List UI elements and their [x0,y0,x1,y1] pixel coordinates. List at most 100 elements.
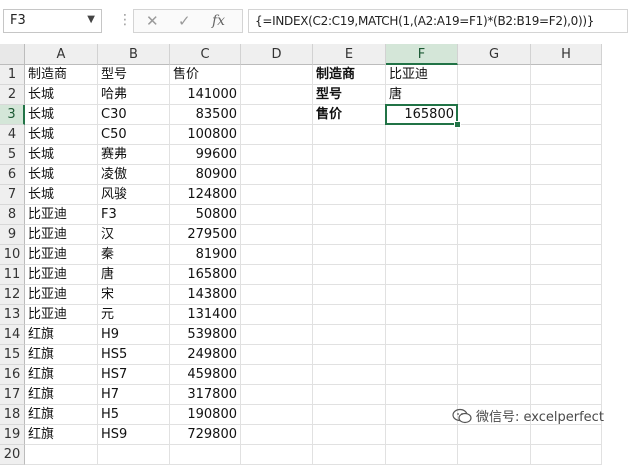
fill-handle[interactable] [454,121,461,128]
cell-e16[interactable] [313,365,386,385]
cell-f14[interactable] [386,325,458,345]
cell-g4[interactable] [458,125,531,145]
cell-g14[interactable] [458,325,531,345]
cell-a10[interactable]: 比亚迪 [25,245,98,265]
cell-e4[interactable] [313,125,386,145]
cell-c8[interactable]: 50800 [170,205,241,225]
cell-b16[interactable]: HS7 [98,365,170,385]
cell-e7[interactable] [313,185,386,205]
row-header-17[interactable]: 17 [0,385,25,405]
cell-g16[interactable] [458,365,531,385]
cell-h15[interactable] [531,345,602,365]
name-box[interactable]: F3 ▼ [3,9,102,33]
cell-f17[interactable] [386,385,458,405]
cell-d11[interactable] [241,265,313,285]
cell-d10[interactable] [241,245,313,265]
row-header-2[interactable]: 2 [0,85,25,105]
cell-f20[interactable] [386,445,458,465]
row-header-12[interactable]: 12 [0,285,25,305]
cell-e14[interactable] [313,325,386,345]
cell-h6[interactable] [531,165,602,185]
cell-c14[interactable]: 539800 [170,325,241,345]
cell-b14[interactable]: H9 [98,325,170,345]
row-header-5[interactable]: 5 [0,145,25,165]
cell-c10[interactable]: 81900 [170,245,241,265]
cell-g12[interactable] [458,285,531,305]
cell-g9[interactable] [458,225,531,245]
cell-h8[interactable] [531,205,602,225]
column-header-h[interactable]: H [531,44,602,65]
cell-e5[interactable] [313,145,386,165]
cell-c11[interactable]: 165800 [170,265,241,285]
cell-d7[interactable] [241,185,313,205]
cell-f8[interactable] [386,205,458,225]
cell-h11[interactable] [531,265,602,285]
cell-c13[interactable]: 131400 [170,305,241,325]
column-header-d[interactable]: D [241,44,313,65]
cell-h10[interactable] [531,245,602,265]
cell-g19[interactable] [458,425,531,445]
cell-f6[interactable] [386,165,458,185]
cell-g17[interactable] [458,385,531,405]
cell-c19[interactable]: 729800 [170,425,241,445]
cell-e10[interactable] [313,245,386,265]
cell-h14[interactable] [531,325,602,345]
cell-g8[interactable] [458,205,531,225]
row-header-18[interactable]: 18 [0,405,25,425]
select-all-corner[interactable] [0,44,25,65]
cancel-icon[interactable]: ✕ [146,12,159,30]
cell-a4[interactable]: 长城 [25,125,98,145]
cell-f12[interactable] [386,285,458,305]
cell-f15[interactable] [386,345,458,365]
cell-e3[interactable]: 售价 [313,105,386,125]
row-header-20[interactable]: 20 [0,445,25,465]
cell-g11[interactable] [458,265,531,285]
column-header-f[interactable]: F [386,44,458,65]
row-header-9[interactable]: 9 [0,225,25,245]
cell-a17[interactable]: 红旗 [25,385,98,405]
cell-a18[interactable]: 红旗 [25,405,98,425]
cell-e17[interactable] [313,385,386,405]
cell-e2[interactable]: 型号 [313,85,386,105]
cell-h2[interactable] [531,85,602,105]
cell-a6[interactable]: 长城 [25,165,98,185]
cell-h20[interactable] [531,445,602,465]
cell-g6[interactable] [458,165,531,185]
enter-icon[interactable]: ✓ [178,12,191,30]
cell-g5[interactable] [458,145,531,165]
cell-b12[interactable]: 宋 [98,285,170,305]
row-header-15[interactable]: 15 [0,345,25,365]
cell-a7[interactable]: 长城 [25,185,98,205]
drag-handle-icon[interactable]: ⋮ [118,12,132,28]
cell-e12[interactable] [313,285,386,305]
cell-c7[interactable]: 124800 [170,185,241,205]
cell-h5[interactable] [531,145,602,165]
cell-c18[interactable]: 190800 [170,405,241,425]
cell-g2[interactable] [458,85,531,105]
cell-h17[interactable] [531,385,602,405]
cell-a19[interactable]: 红旗 [25,425,98,445]
cell-b15[interactable]: HS5 [98,345,170,365]
cell-e19[interactable] [313,425,386,445]
cell-f2[interactable]: 唐 [386,85,458,105]
cell-c20[interactable] [170,445,241,465]
row-header-8[interactable]: 8 [0,205,25,225]
cell-f13[interactable] [386,305,458,325]
cell-a8[interactable]: 比亚迪 [25,205,98,225]
cell-f18[interactable] [386,405,458,425]
cell-g7[interactable] [458,185,531,205]
cell-g3[interactable] [458,105,531,125]
cell-e1[interactable]: 制造商 [313,65,386,85]
row-header-14[interactable]: 14 [0,325,25,345]
cell-d19[interactable] [241,425,313,445]
cell-f16[interactable] [386,365,458,385]
cell-c2[interactable]: 141000 [170,85,241,105]
cell-e18[interactable] [313,405,386,425]
cell-b11[interactable]: 唐 [98,265,170,285]
cell-d12[interactable] [241,285,313,305]
cell-f11[interactable] [386,265,458,285]
cell-h9[interactable] [531,225,602,245]
cell-b17[interactable]: H7 [98,385,170,405]
cell-h19[interactable] [531,425,602,445]
cell-h13[interactable] [531,305,602,325]
